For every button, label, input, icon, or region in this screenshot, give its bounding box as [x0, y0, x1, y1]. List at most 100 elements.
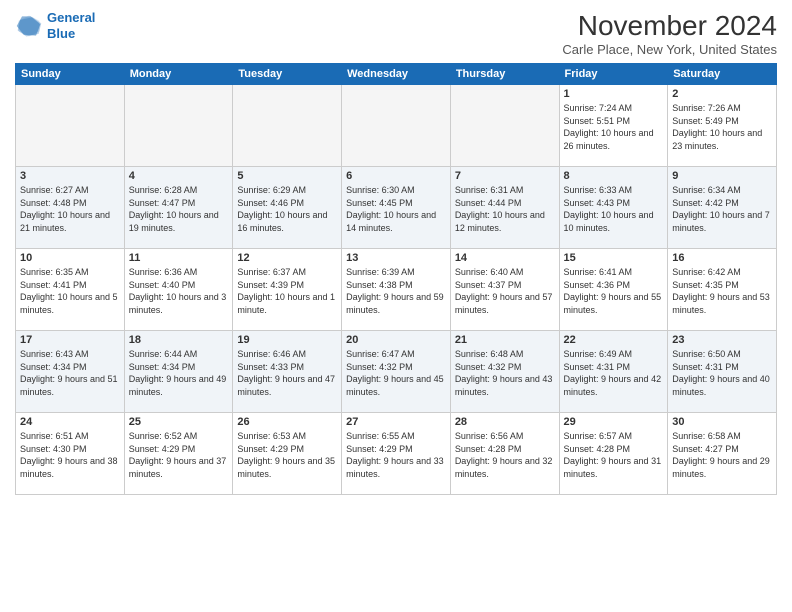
header-row: SundayMondayTuesdayWednesdayThursdayFrid… [16, 64, 777, 85]
day-number: 26 [237, 416, 337, 428]
day-number: 7 [455, 170, 555, 182]
calendar-cell: 17 Sunrise: 6:43 AM Sunset: 4:34 PM Dayli… [16, 331, 125, 413]
day-info: Sunrise: 6:58 AM Sunset: 4:27 PM Dayligh… [672, 430, 772, 480]
day-number: 13 [346, 252, 446, 264]
location: Carle Place, New York, United States [562, 42, 777, 57]
page: General Blue November 2024 Carle Place, … [0, 0, 792, 612]
day-info: Sunrise: 6:28 AM Sunset: 4:47 PM Dayligh… [129, 184, 229, 234]
logo-icon [15, 12, 43, 40]
calendar-cell [124, 85, 233, 167]
day-info: Sunrise: 6:55 AM Sunset: 4:29 PM Dayligh… [346, 430, 446, 480]
day-number: 14 [455, 252, 555, 264]
day-info: Sunrise: 6:51 AM Sunset: 4:30 PM Dayligh… [20, 430, 120, 480]
calendar-cell: 22Sunrise: 6:49 AM Sunset: 4:31 PM Dayli… [559, 331, 668, 413]
day-info: Sunrise: 6:50 AM Sunset: 4:31 PM Dayligh… [672, 348, 772, 398]
day-info: Sunrise: 6:42 AM Sunset: 4:35 PM Dayligh… [672, 266, 772, 316]
header: General Blue November 2024 Carle Place, … [15, 10, 777, 57]
header-cell-saturday: Saturday [668, 64, 777, 85]
calendar-cell: 8 Sunrise: 6:33 AM Sunset: 4:43 PM Daylig… [559, 167, 668, 249]
day-info: Sunrise: 6:56 AM Sunset: 4:28 PM Dayligh… [455, 430, 555, 480]
calendar-cell: 28 Sunrise: 6:56 AM Sunset: 4:28 PM Dayli… [450, 413, 559, 495]
day-number: 10 [20, 252, 120, 264]
week-row-0: 1 Sunrise: 7:24 AM Sunset: 5:51 PM Daylig… [16, 85, 777, 167]
day-info: Sunrise: 6:39 AM Sunset: 4:38 PM Dayligh… [346, 266, 446, 316]
day-info: Sunrise: 6:53 AM Sunset: 4:29 PM Dayligh… [237, 430, 337, 480]
day-number: 2 [672, 88, 772, 100]
day-info: Sunrise: 6:52 AM Sunset: 4:29 PM Dayligh… [129, 430, 229, 480]
day-info: Sunrise: 7:24 AM Sunset: 5:51 PM Dayligh… [564, 102, 664, 152]
day-info: Sunrise: 6:46 AM Sunset: 4:33 PM Dayligh… [237, 348, 337, 398]
logo-text: General Blue [47, 10, 95, 41]
day-number: 24 [20, 416, 120, 428]
day-info: Sunrise: 6:48 AM Sunset: 4:32 PM Dayligh… [455, 348, 555, 398]
header-cell-sunday: Sunday [16, 64, 125, 85]
logo-line2: Blue [47, 26, 75, 41]
day-info: Sunrise: 6:33 AM Sunset: 4:43 PM Dayligh… [564, 184, 664, 234]
day-number: 19 [237, 334, 337, 346]
header-cell-thursday: Thursday [450, 64, 559, 85]
calendar-cell: 30 Sunrise: 6:58 AM Sunset: 4:27 PM Dayli… [668, 413, 777, 495]
day-number: 29 [564, 416, 664, 428]
day-number: 30 [672, 416, 772, 428]
logo: General Blue [15, 10, 95, 41]
calendar-cell: 21 Sunrise: 6:48 AM Sunset: 4:32 PM Dayli… [450, 331, 559, 413]
calendar-cell: 24 Sunrise: 6:51 AM Sunset: 4:30 PM Dayli… [16, 413, 125, 495]
calendar-cell: 25 Sunrise: 6:52 AM Sunset: 4:29 PM Dayli… [124, 413, 233, 495]
day-number: 5 [237, 170, 337, 182]
calendar-cell: 4 Sunrise: 6:28 AM Sunset: 4:47 PM Daylig… [124, 167, 233, 249]
calendar-cell: 27 Sunrise: 6:55 AM Sunset: 4:29 PM Dayli… [342, 413, 451, 495]
calendar-cell: 7 Sunrise: 6:31 AM Sunset: 4:44 PM Daylig… [450, 167, 559, 249]
week-row-3: 17 Sunrise: 6:43 AM Sunset: 4:34 PM Dayli… [16, 331, 777, 413]
day-number: 23 [672, 334, 772, 346]
day-number: 12 [237, 252, 337, 264]
calendar-cell: 13 Sunrise: 6:39 AM Sunset: 4:38 PM Dayli… [342, 249, 451, 331]
logo-line1: General [47, 10, 95, 25]
calendar-cell: 11 Sunrise: 6:36 AM Sunset: 4:40 PM Dayli… [124, 249, 233, 331]
calendar-cell: 1 Sunrise: 7:24 AM Sunset: 5:51 PM Daylig… [559, 85, 668, 167]
calendar-cell [16, 85, 125, 167]
day-number: 11 [129, 252, 229, 264]
day-number: 15 [564, 252, 664, 264]
month-title: November 2024 [562, 10, 777, 42]
calendar-cell: 16Sunrise: 6:42 AM Sunset: 4:35 PM Dayli… [668, 249, 777, 331]
calendar-cell: 10 Sunrise: 6:35 AM Sunset: 4:41 PM Dayli… [16, 249, 125, 331]
day-info: Sunrise: 6:27 AM Sunset: 4:48 PM Dayligh… [20, 184, 120, 234]
day-number: 22 [564, 334, 664, 346]
day-info: Sunrise: 6:41 AM Sunset: 4:36 PM Dayligh… [564, 266, 664, 316]
day-info: Sunrise: 6:37 AM Sunset: 4:39 PM Dayligh… [237, 266, 337, 316]
day-info: Sunrise: 6:31 AM Sunset: 4:44 PM Dayligh… [455, 184, 555, 234]
day-info: Sunrise: 6:30 AM Sunset: 4:45 PM Dayligh… [346, 184, 446, 234]
week-row-4: 24 Sunrise: 6:51 AM Sunset: 4:30 PM Dayli… [16, 413, 777, 495]
title-block: November 2024 Carle Place, New York, Uni… [562, 10, 777, 57]
day-number: 4 [129, 170, 229, 182]
day-number: 21 [455, 334, 555, 346]
day-info: Sunrise: 6:43 AM Sunset: 4:34 PM Dayligh… [20, 348, 120, 398]
calendar-cell [342, 85, 451, 167]
day-number: 3 [20, 170, 120, 182]
calendar-cell: 26 Sunrise: 6:53 AM Sunset: 4:29 PM Dayli… [233, 413, 342, 495]
calendar-cell: 5 Sunrise: 6:29 AM Sunset: 4:46 PM Daylig… [233, 167, 342, 249]
header-cell-wednesday: Wednesday [342, 64, 451, 85]
calendar-cell: 19 Sunrise: 6:46 AM Sunset: 4:33 PM Dayli… [233, 331, 342, 413]
calendar-cell: 6Sunrise: 6:30 AM Sunset: 4:45 PM Daylig… [342, 167, 451, 249]
day-number: 25 [129, 416, 229, 428]
day-number: 27 [346, 416, 446, 428]
day-info: Sunrise: 6:57 AM Sunset: 4:28 PM Dayligh… [564, 430, 664, 480]
day-number: 28 [455, 416, 555, 428]
day-info: Sunrise: 7:26 AM Sunset: 5:49 PM Dayligh… [672, 102, 772, 152]
day-info: Sunrise: 6:44 AM Sunset: 4:34 PM Dayligh… [129, 348, 229, 398]
day-info: Sunrise: 6:40 AM Sunset: 4:37 PM Dayligh… [455, 266, 555, 316]
day-info: Sunrise: 6:35 AM Sunset: 4:41 PM Dayligh… [20, 266, 120, 316]
header-cell-tuesday: Tuesday [233, 64, 342, 85]
day-number: 17 [20, 334, 120, 346]
day-number: 9 [672, 170, 772, 182]
day-number: 8 [564, 170, 664, 182]
day-info: Sunrise: 6:29 AM Sunset: 4:46 PM Dayligh… [237, 184, 337, 234]
day-info: Sunrise: 6:36 AM Sunset: 4:40 PM Dayligh… [129, 266, 229, 316]
calendar-table: SundayMondayTuesdayWednesdayThursdayFrid… [15, 63, 777, 495]
calendar-cell: 20Sunrise: 6:47 AM Sunset: 4:32 PM Dayli… [342, 331, 451, 413]
calendar-cell [450, 85, 559, 167]
day-number: 1 [564, 88, 664, 100]
calendar-cell: 29 Sunrise: 6:57 AM Sunset: 4:28 PM Dayli… [559, 413, 668, 495]
calendar-cell: 18Sunrise: 6:44 AM Sunset: 4:34 PM Dayli… [124, 331, 233, 413]
